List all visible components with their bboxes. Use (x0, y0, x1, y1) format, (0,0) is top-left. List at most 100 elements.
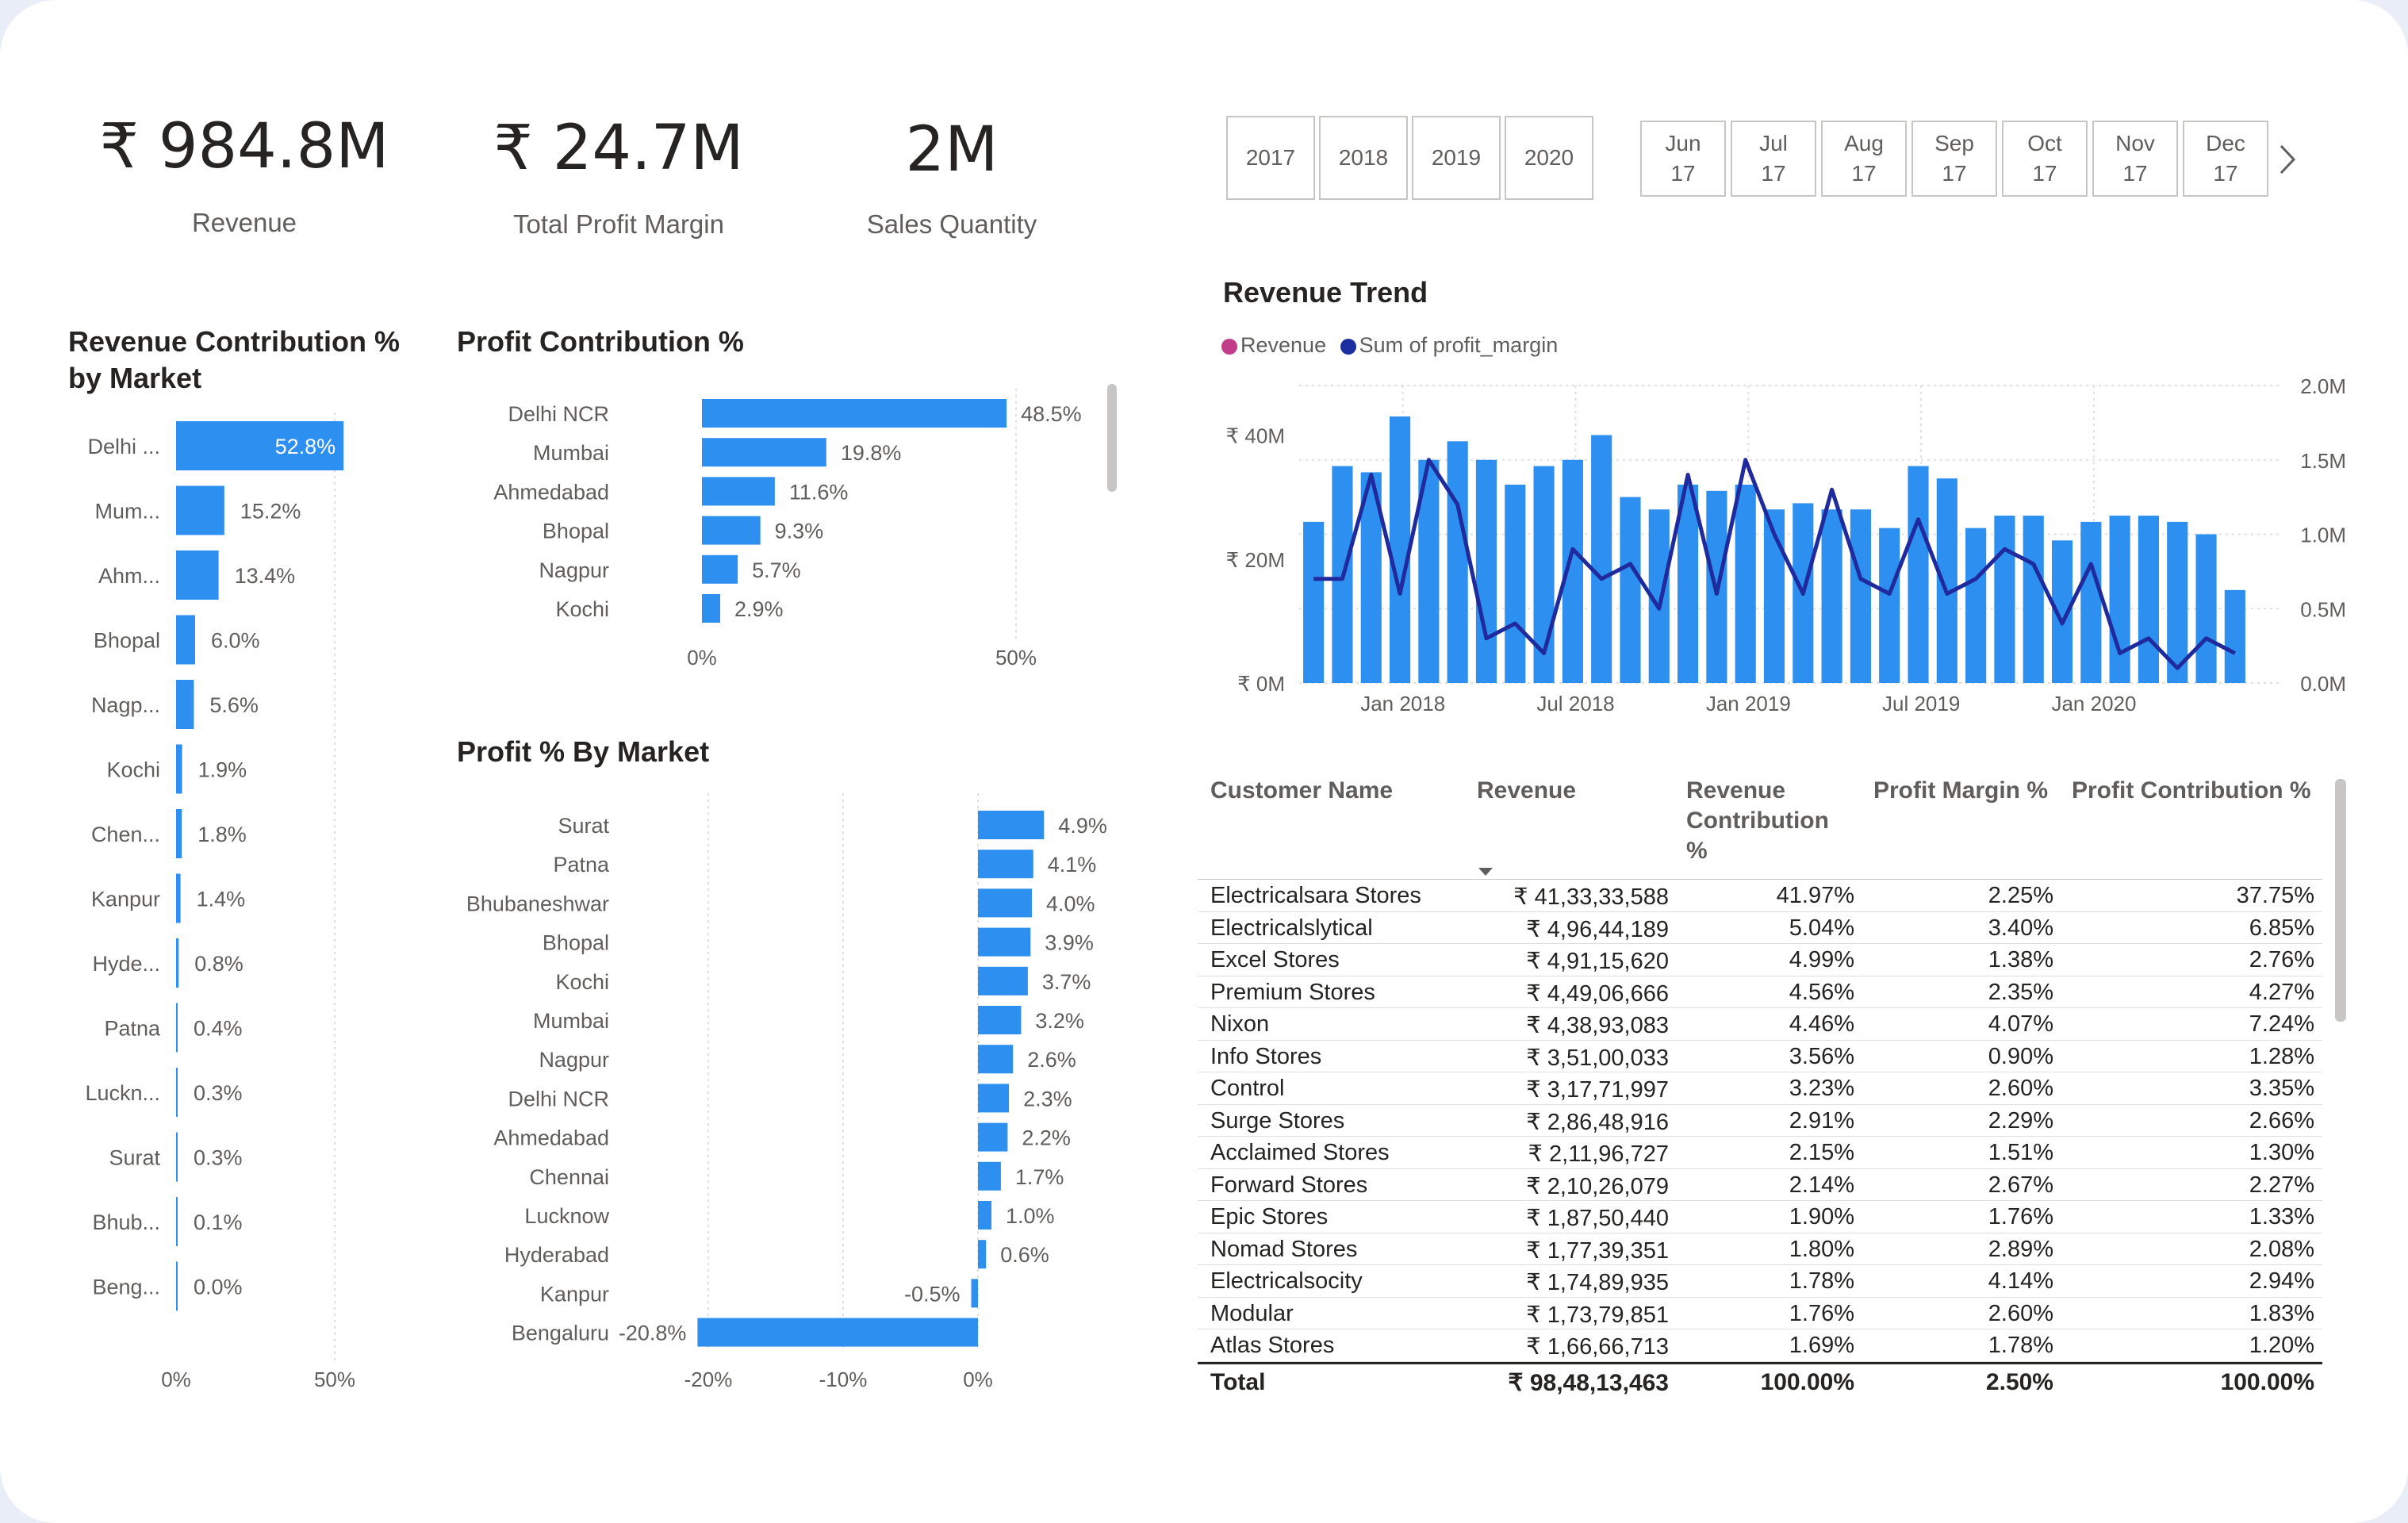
category-label: Beng... (92, 1276, 160, 1299)
cell-profit-contribution: 2.66% (2249, 1107, 2314, 1134)
month-label: Nov (2115, 131, 2155, 155)
header-profit-contribution[interactable]: Profit Contribution % (2072, 776, 2311, 806)
cell-customer: Premium Stores (1210, 979, 1375, 1005)
month-slicer-dec-17[interactable]: Dec 17 (2183, 121, 2268, 197)
cell-profit-margin: 2.89% (1988, 1236, 2053, 1262)
table-row[interactable]: Atlas Stores ₹ 1,66,66,713 1.69% 1.78% 1.20% (1198, 1329, 2322, 1362)
table-header: Customer Name Revenue Revenue Contributi… (1198, 768, 2322, 879)
year-slicer-2019[interactable]: 2019 (1412, 116, 1501, 200)
revenue-contribution-chart: Delhi ... 52.8% Mum... 15.2% Ahm... 13.4% Bhop… (85, 412, 355, 1391)
sort-desc-icon[interactable] (1477, 866, 1494, 877)
month-label: Dec (2206, 131, 2245, 155)
x-tick-label: Jan 2018 (1360, 692, 1445, 715)
table-row[interactable]: Nomad Stores ₹ 1,77,39,351 1.80% 2.89% 2.08% (1198, 1233, 2322, 1265)
cell-revenue-contribution: 3.56% (1789, 1043, 1854, 1069)
table-row[interactable]: Electricalsara Stores ₹ 41,33,33,588 41.97… (1198, 880, 2322, 912)
cell-profit-contribution: 2.08% (2249, 1236, 2314, 1262)
category-label: Hyderabad (504, 1243, 609, 1267)
table-row[interactable]: Info Stores ₹ 3,51,00,033 3.56% 0.90% 1.28% (1198, 1041, 2322, 1072)
month-slicer-jul-17[interactable]: Jul 17 (1731, 121, 1816, 197)
cell-customer: Forward Stores (1210, 1172, 1368, 1198)
cell-customer: Excel Stores (1210, 947, 1340, 972)
bar (702, 477, 775, 506)
revenue-trend-legend: Revenue Sum of profit_margin (1221, 333, 1558, 358)
category-label: Lucknow (524, 1204, 609, 1228)
cell-customer: Nixon (1210, 1011, 1270, 1037)
table-scrollbar[interactable] (2335, 779, 2346, 1022)
data-label: 3.7% (1042, 970, 1091, 994)
bar (176, 809, 182, 858)
bar (1908, 466, 1929, 683)
year-slicer-2018[interactable]: 2018 (1319, 116, 1408, 200)
cell-profit-contribution: 6.85% (2249, 915, 2314, 941)
bar (702, 399, 1007, 428)
customer-table: Customer Name Revenue Revenue Contributi… (1198, 768, 2322, 1402)
month-slicer-nov-17[interactable]: Nov 17 (2092, 121, 2178, 197)
chevron-right-icon[interactable] (2275, 141, 2299, 178)
table-row[interactable]: Nixon ₹ 4,38,93,083 4.46% 4.07% 7.24% (1198, 1008, 2322, 1041)
cell-revenue-contribution: 3.23% (1789, 1076, 1854, 1101)
month-slicer-sep-17[interactable]: Sep 17 (1911, 121, 1997, 197)
month-slicer-oct-17[interactable]: Oct 17 (2002, 121, 2088, 197)
month-slicer-jun-17[interactable]: Jun 17 (1640, 121, 1726, 197)
bar (176, 1003, 178, 1053)
cell-customer: Electricalsocity (1210, 1268, 1363, 1294)
cell-profit-contribution: 4.27% (2249, 979, 2314, 1005)
header-customer-name[interactable]: Customer Name (1210, 776, 1393, 806)
table-row[interactable]: Modular ₹ 1,73,79,851 1.76% 2.60% 1.83% (1198, 1298, 2322, 1329)
bar (1591, 435, 1612, 683)
bar (978, 1240, 987, 1269)
bar (176, 1068, 178, 1117)
bar (176, 1132, 178, 1182)
cell-customer: Control (1210, 1076, 1285, 1101)
profit-contribution-scrollbar[interactable] (1107, 384, 1117, 492)
table-row[interactable]: Electricalslytical ₹ 4,96,44,189 5.04% 3.40… (1198, 912, 2322, 944)
profit-contribution-title: Profit Contribution % (457, 325, 744, 358)
kpi-quantity-value: 2M (905, 114, 999, 186)
data-label: 0.1% (194, 1210, 243, 1234)
cell-customer: Nomad Stores (1210, 1236, 1358, 1262)
table-row[interactable]: Surge Stores ₹ 2,86,48,916 2.91% 2.29% 2.66% (1198, 1105, 2322, 1137)
y-tick-label-right: 2.0M (2300, 374, 2346, 398)
cell-profit-margin: 2.29% (1988, 1107, 2053, 1134)
data-label: 2.9% (734, 597, 784, 621)
year-slicer-2020[interactable]: 2020 (1505, 116, 1593, 200)
header-revenue-contribution[interactable]: Revenue Contribution % (1686, 776, 1829, 866)
table-row[interactable]: Acclaimed Stores ₹ 2,11,96,727 2.15% 1.51% 1… (1198, 1137, 2322, 1169)
bar (1965, 527, 1987, 683)
table-row[interactable]: Epic Stores ₹ 1,87,50,440 1.90% 1.76% 1.33% (1198, 1201, 2322, 1233)
cell-revenue: ₹ 1,77,39,351 (1526, 1237, 1669, 1264)
data-label: 1.7% (1015, 1165, 1064, 1189)
cell-profit-margin: 0.90% (1988, 1043, 2053, 1069)
data-label: 1.0% (1006, 1204, 1055, 1228)
table-row[interactable]: Forward Stores ₹ 2,10,26,079 2.14% 2.67% 2.2… (1198, 1169, 2322, 1201)
bar (1994, 516, 2015, 683)
bar (978, 927, 1031, 957)
year-label: 2018 (1338, 145, 1389, 170)
year-label: 2019 (1431, 145, 1482, 170)
category-label: Patna (553, 853, 610, 877)
data-label: -20.8% (619, 1322, 687, 1345)
cell-revenue: ₹ 3,17,71,997 (1526, 1077, 1669, 1103)
month-slicer-aug-17[interactable]: Aug 17 (1821, 121, 1907, 197)
data-label: 15.2% (240, 500, 301, 524)
cell-customer: Atlas Stores (1210, 1333, 1335, 1358)
bar (697, 1318, 978, 1347)
table-row[interactable]: Excel Stores ₹ 4,91,15,620 4.99% 1.38% 2.76% (1198, 944, 2322, 976)
category-label: Ahm... (98, 564, 160, 588)
year-label: 2017 (1245, 145, 1296, 170)
cell-profit-contribution: 2.27% (2249, 1172, 2314, 1198)
x-tick-label: Jan 2020 (2051, 692, 2136, 715)
cell-customer: Info Stores (1210, 1043, 1322, 1069)
total-revenue: ₹ 98,48,13,463 (1508, 1369, 1669, 1396)
header-revenue[interactable]: Revenue (1477, 776, 1576, 806)
year-slicer-2017[interactable]: 2017 (1226, 116, 1315, 200)
category-label: Kanpur (91, 888, 160, 911)
header-profit-margin[interactable]: Profit Margin % (1873, 776, 2048, 806)
table-row[interactable]: Control ₹ 3,17,71,997 3.23% 2.60% 3.35% (1198, 1072, 2322, 1105)
cell-revenue: ₹ 2,86,48,916 (1526, 1109, 1669, 1135)
category-label: Chen... (91, 823, 160, 846)
table-row[interactable]: Premium Stores ₹ 4,49,06,666 4.56% 2.35% 4.2… (1198, 976, 2322, 1008)
table-row[interactable]: Electricalsocity ₹ 1,74,89,935 1.78% 4.14% 2… (1198, 1265, 2322, 1298)
data-label: 3.2% (1035, 1009, 1084, 1033)
